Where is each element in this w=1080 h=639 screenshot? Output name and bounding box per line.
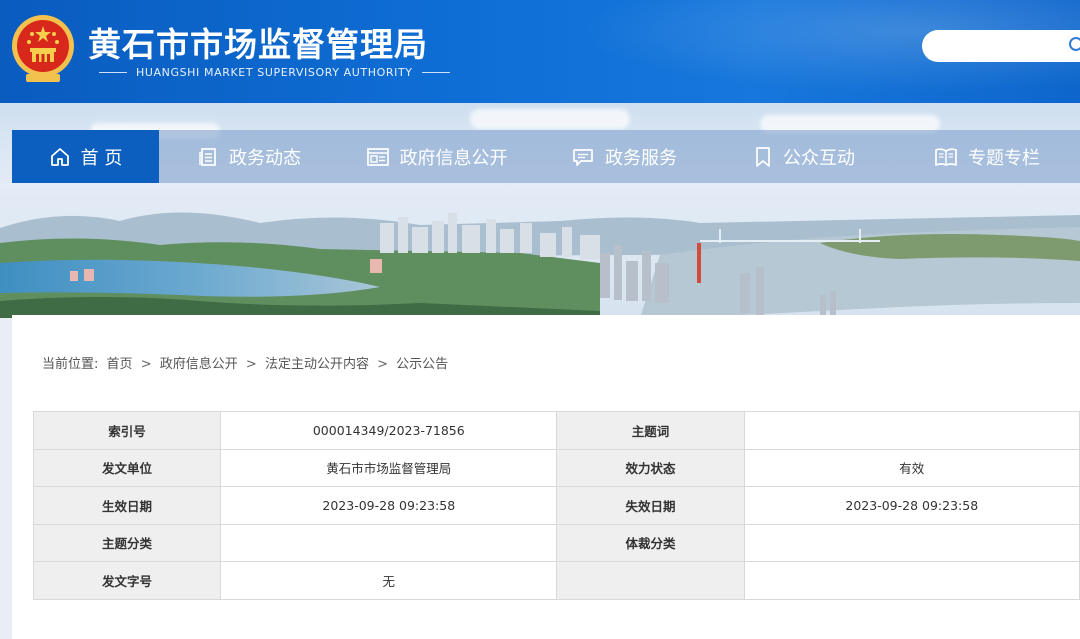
breadcrumb-prefix: 当前位置: <box>42 357 99 372</box>
meta-value <box>743 523 1080 562</box>
main-nav: 首 页 政务动态 政府信息公开 政务服务 公众互动 专题专栏 <box>12 130 1080 183</box>
subtitle-left-line <box>99 72 127 73</box>
nav-item-label: 专题专栏 <box>968 147 1040 169</box>
nav-item-label: 政务动态 <box>229 147 301 169</box>
breadcrumb-item-announcements[interactable]: 公示公告 <box>396 357 448 372</box>
document-list-icon <box>199 147 216 166</box>
breadcrumb-item-info-disclosure[interactable]: 政府信息公开 <box>160 357 238 372</box>
book-icon <box>935 147 957 166</box>
nav-item-news[interactable]: 政务动态 <box>159 130 339 183</box>
chat-service-icon <box>573 148 593 166</box>
info-board-icon <box>366 147 389 166</box>
table-row: 发文单位 黄石市市场监督管理局 效力状态 有效 <box>32 448 1080 487</box>
nav-item-label: 政府信息公开 <box>399 147 508 169</box>
nav-item-label: 政务服务 <box>605 147 677 169</box>
site-subtitle: HUANGSHI MARKET SUPERVISORY AUTHORITY <box>90 66 459 79</box>
meta-key: 发文字号 <box>32 561 222 600</box>
nav-item-info-disclosure[interactable]: 政府信息公开 <box>339 130 534 183</box>
breadcrumb-separator: > <box>140 357 152 372</box>
meta-key: 索引号 <box>32 411 222 450</box>
site-header: 黄石市市场监督管理局 HUANGSHI MARKET SUPERVISORY A… <box>0 0 1080 103</box>
meta-key <box>556 561 745 600</box>
site-title: 黄石市市场监督管理局 <box>88 25 428 64</box>
bookmark-icon <box>756 146 770 167</box>
breadcrumb: 当前位置: 首页 > 政府信息公开 > 法定主动公开内容 > 公示公告 <box>42 353 448 372</box>
search-icon[interactable] <box>1068 36 1080 54</box>
table-row: 发文字号 无 <box>32 561 1080 600</box>
table-row: 索引号 000014349/2023-71856 主题词 <box>32 411 1080 450</box>
nav-item-label: 公众互动 <box>783 147 855 169</box>
nav-item-home[interactable]: 首 页 <box>12 130 159 183</box>
meta-value: 000014349/2023-71856 <box>220 411 558 450</box>
search-input[interactable] <box>922 30 1080 62</box>
table-row: 主题分类 体裁分类 <box>32 523 1080 562</box>
document-meta-table: 索引号 000014349/2023-71856 主题词 发文单位 黄石市市场监… <box>32 411 1080 600</box>
breadcrumb-separator: > <box>377 357 388 372</box>
meta-value <box>743 561 1080 600</box>
content-panel: 当前位置: 首页 > 政府信息公开 > 法定主动公开内容 > 公示公告 索引号 … <box>12 315 1080 639</box>
meta-key: 发文单位 <box>32 448 222 487</box>
home-icon <box>50 147 69 166</box>
meta-key: 生效日期 <box>32 486 222 525</box>
breadcrumb-separator: > <box>245 357 257 372</box>
breadcrumb-item-statutory-content[interactable]: 法定主动公开内容 <box>265 357 369 372</box>
nav-item-special-topics[interactable]: 专题专栏 <box>894 130 1080 183</box>
meta-value: 无 <box>220 561 558 600</box>
nav-item-services[interactable]: 政务服务 <box>534 130 714 183</box>
meta-value <box>743 411 1080 450</box>
meta-key: 主题分类 <box>32 523 222 562</box>
meta-key: 失效日期 <box>556 486 745 525</box>
meta-value: 2023-09-28 09:23:58 <box>220 486 558 525</box>
nav-item-interaction[interactable]: 公众互动 <box>714 130 894 183</box>
meta-value <box>220 523 558 562</box>
subtitle-right-line <box>421 72 450 73</box>
national-emblem-icon <box>12 15 74 82</box>
meta-key: 效力状态 <box>556 448 745 487</box>
city-banner-image <box>0 183 1080 318</box>
table-row: 生效日期 2023-09-28 09:23:58 失效日期 2023-09-28… <box>32 486 1080 525</box>
meta-key: 主题词 <box>556 411 745 450</box>
meta-key: 体裁分类 <box>556 523 745 562</box>
nav-item-label: 首 页 <box>80 147 123 169</box>
subtitle-text: HUANGSHI MARKET SUPERVISORY AUTHORITY <box>136 66 413 79</box>
meta-value: 有效 <box>743 448 1080 487</box>
breadcrumb-item-home[interactable]: 首页 <box>107 357 133 372</box>
meta-value: 黄石市市场监督管理局 <box>220 448 558 487</box>
meta-value: 2023-09-28 09:23:58 <box>743 486 1080 525</box>
